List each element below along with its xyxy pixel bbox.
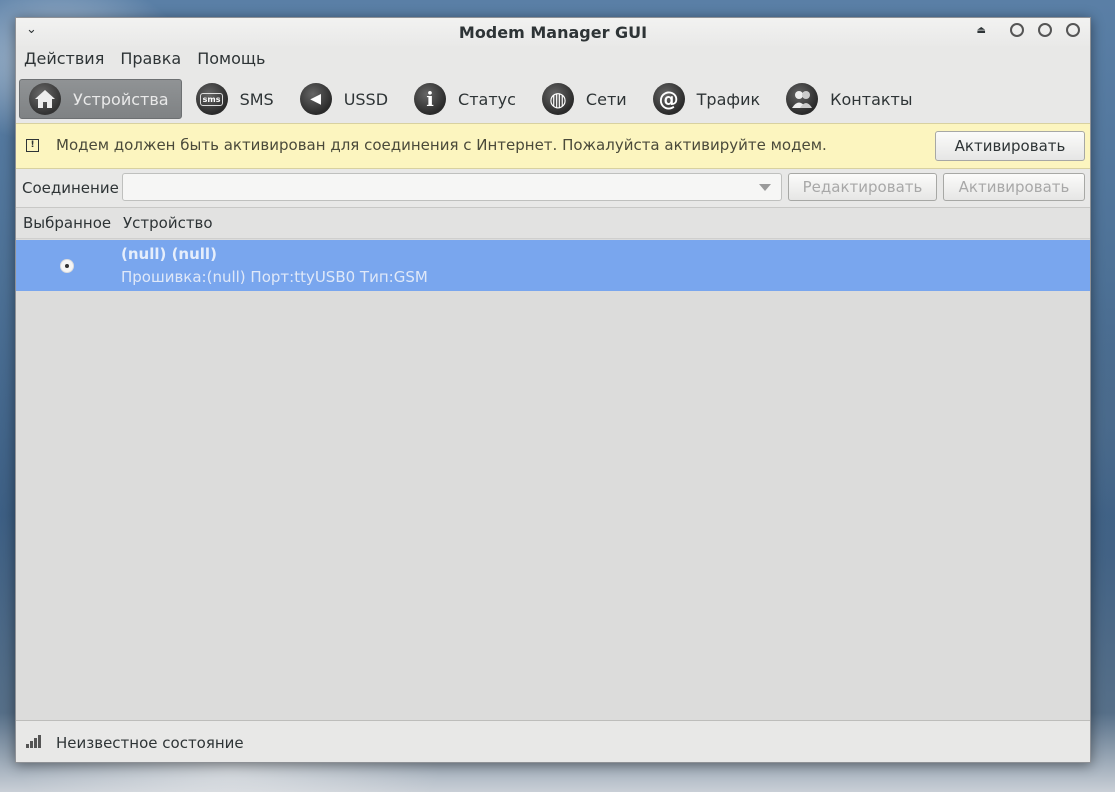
infobar-message: Модем должен быть активирован для соедин… [56,136,827,154]
sms-glyph: sms [199,92,224,106]
tab-status-label: Статус [458,89,516,109]
tab-traffic[interactable]: @ Трафик [644,80,772,118]
tab-devices[interactable]: Устройства [19,79,182,119]
status-text: Неизвестное состояние [56,734,244,752]
main-toolbar: Устройства sms SMS ◀ USSD i Статус ◍ Сет… [16,76,1090,122]
tab-sms[interactable]: sms SMS [187,80,286,118]
status-bar: Неизвестное состояние [16,721,1090,763]
window-title: Modem Manager GUI [458,23,648,42]
at-icon: @ [652,83,685,115]
minimize-button[interactable] [1010,23,1024,37]
column-selected[interactable]: Выбранное [23,214,111,232]
tab-contacts[interactable]: Контакты [777,80,924,118]
activation-infobar: ! Модем должен быть активирован для соед… [16,123,1090,169]
info-icon: i [414,83,447,115]
column-device[interactable]: Устройство [123,214,213,232]
list-header: Выбранное Устройство [16,208,1090,239]
device-title: (null) (null) [121,245,217,263]
radio-dot [65,264,69,268]
main-window: ⌄ Modem Manager GUI ⏏ Действия Правка По… [15,17,1091,763]
sms-icon: sms [195,83,228,115]
tab-ussd-label: USSD [343,89,389,109]
globe-icon: ◍ [541,83,574,115]
tab-networks[interactable]: ◍ Сети [533,80,639,118]
window-controls: ⏏ [977,23,1080,37]
tab-ussd[interactable]: ◀ USSD [291,80,400,118]
contacts-icon [786,83,819,115]
maximize-button[interactable] [1038,23,1052,37]
table-row[interactable]: (null) (null) Прошивка:(null) Порт:ttyUS… [16,240,1090,291]
tab-devices-label: Устройства [73,89,169,109]
device-list[interactable]: Выбранное Устройство (null) (null) Проши… [16,207,1090,721]
activate-connection-button[interactable]: Активировать [943,173,1085,201]
tab-networks-label: Сети [585,89,627,109]
tab-sms-label: SMS [239,89,274,109]
menu-help[interactable]: Помощь [189,47,273,73]
activate-modem-button[interactable]: Активировать [935,131,1085,161]
edit-connection-button[interactable]: Редактировать [788,173,937,201]
connection-row: Соединение Редактировать Активировать [16,170,1090,206]
connection-select[interactable] [122,173,782,201]
ussd-icon: ◀ [299,83,332,115]
warning-icon: ! [26,139,39,152]
chevron-down-icon [759,184,771,191]
tab-contacts-label: Контакты [830,89,913,109]
title-bar[interactable]: ⌄ Modem Manager GUI ⏏ [16,18,1090,46]
shade-icon[interactable]: ⏏ [977,25,986,36]
home-icon [29,83,61,115]
signal-strength-icon [26,735,42,748]
close-button[interactable] [1066,23,1080,37]
tab-traffic-label: Трафик [696,89,761,109]
menu-bar: Действия Правка Помощь [16,47,1090,73]
menu-edit[interactable]: Правка [112,47,189,73]
connection-label: Соединение [22,179,119,197]
selected-radio[interactable] [60,259,74,273]
tab-status[interactable]: i Статус [405,80,528,118]
menu-actions[interactable]: Действия [16,47,112,73]
device-details: Прошивка:(null) Порт:ttyUSB0 Тип:GSM [121,268,428,286]
